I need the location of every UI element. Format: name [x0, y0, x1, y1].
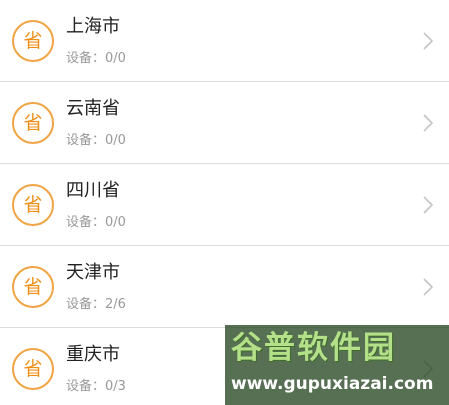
- device-count-label: 设备：: [66, 133, 106, 148]
- watermark-logo: 谷普软件园 www.gupuxiazai.com: [225, 325, 449, 405]
- region-row-yunnan[interactable]: 省 云南省 设备：0/0: [0, 82, 449, 164]
- region-row-shanghai[interactable]: 省 上海市 设备：0/0: [0, 0, 449, 82]
- region-name: 上海市: [66, 16, 120, 37]
- watermark-url: www.gupuxiazai.com: [231, 374, 434, 394]
- province-badge-icon: 省: [12, 20, 54, 62]
- device-count: 设备：0/0: [66, 214, 126, 232]
- device-count-value: 2/6: [105, 297, 126, 312]
- device-count-label: 设备：: [66, 215, 106, 230]
- chevron-right-icon: [423, 32, 434, 50]
- device-count: 设备：0/0: [66, 50, 126, 68]
- region-name: 云南省: [66, 98, 120, 119]
- province-badge-icon: 省: [12, 266, 54, 308]
- region-name: 四川省: [66, 180, 120, 201]
- province-badge-icon: 省: [12, 184, 54, 226]
- device-count-label: 设备：: [66, 379, 106, 394]
- chevron-right-icon: [423, 278, 434, 296]
- device-count-value: 0/0: [105, 215, 126, 230]
- device-count: 设备：2/6: [66, 296, 126, 314]
- region-row-sichuan[interactable]: 省 四川省 设备：0/0: [0, 164, 449, 246]
- region-name: 天津市: [66, 262, 120, 283]
- chevron-right-icon: [423, 196, 434, 214]
- device-count-value: 0/3: [105, 379, 126, 394]
- device-count-label: 设备：: [66, 297, 106, 312]
- chevron-right-icon: [423, 114, 434, 132]
- device-count-label: 设备：: [66, 51, 106, 66]
- region-row-tianjin[interactable]: 省 天津市 设备：2/6: [0, 246, 449, 328]
- province-badge-icon: 省: [12, 102, 54, 144]
- watermark-title: 谷普软件园: [231, 330, 396, 366]
- device-count: 设备：0/0: [66, 132, 126, 150]
- province-badge-icon: 省: [12, 348, 54, 390]
- device-count: 设备：0/3: [66, 378, 126, 396]
- device-count-value: 0/0: [105, 51, 126, 66]
- device-count-value: 0/0: [105, 133, 126, 148]
- region-name: 重庆市: [66, 344, 120, 365]
